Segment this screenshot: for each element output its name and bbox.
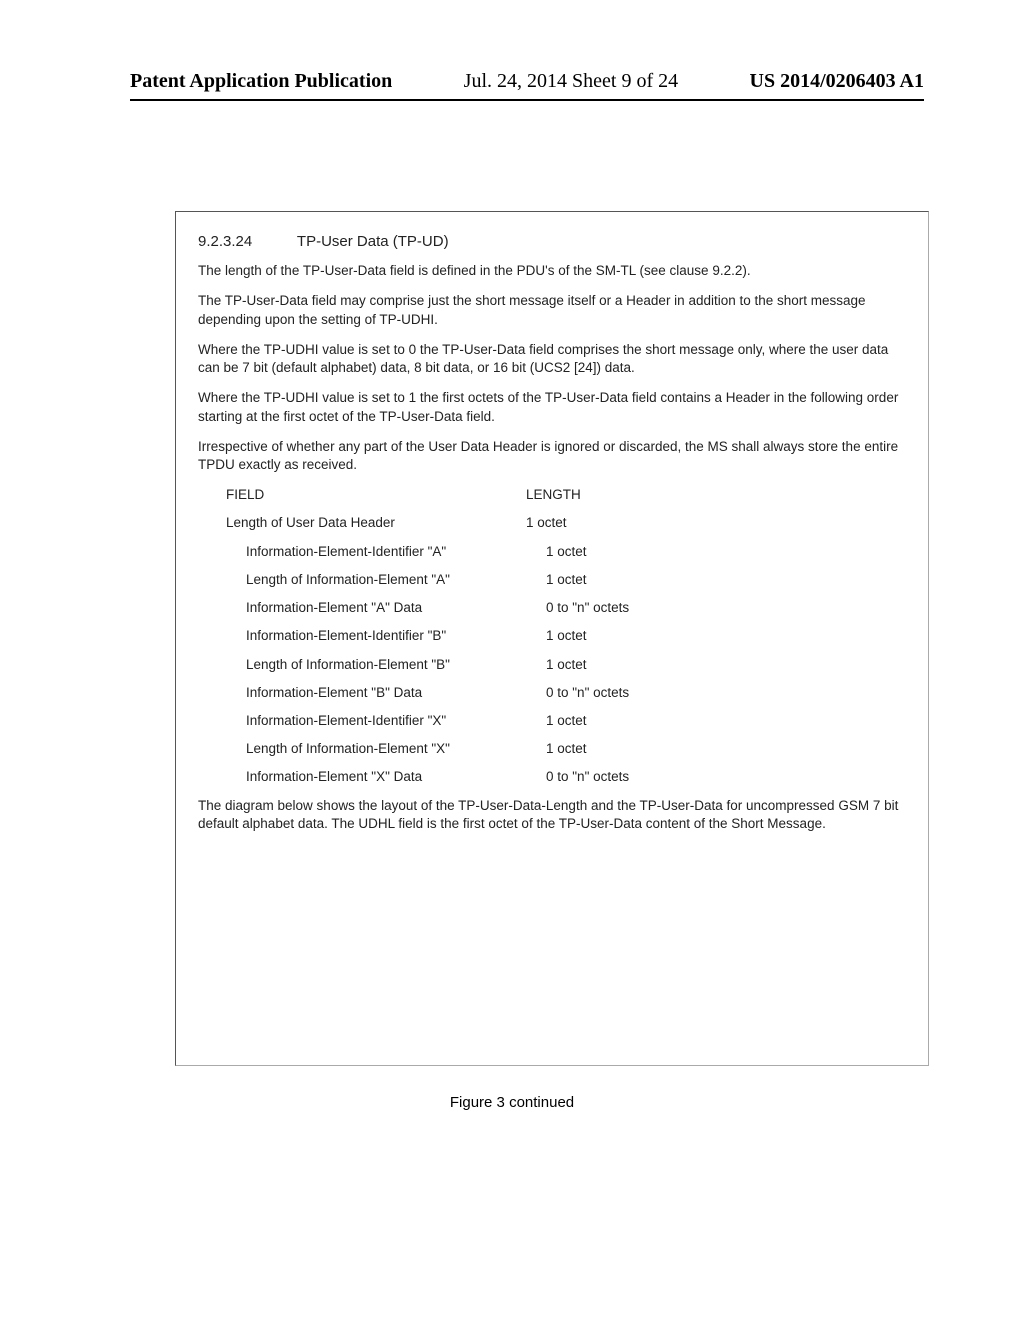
table-header-length: LENGTH — [526, 486, 906, 504]
table-row: Information-Element "X" Data0 to "n" oct… — [198, 768, 906, 786]
table-cell-length: 1 octet — [546, 571, 906, 589]
table-cell-length: 1 octet — [546, 740, 906, 758]
table-cell-field: Length of Information-Element "X" — [198, 740, 546, 758]
table-cell-field: Information-Element "A" Data — [198, 599, 546, 617]
table-cell-field: Length of Information-Element "B" — [198, 656, 546, 674]
figure-box: 9.2.3.24 TP-User Data (TP-UD) The length… — [175, 211, 929, 1066]
table-cell-length: 1 octet — [546, 543, 906, 561]
field-length-table: FIELD LENGTH Length of User Data Header1… — [198, 486, 906, 786]
header-right: US 2014/0206403 A1 — [750, 70, 924, 93]
section-number: 9.2.3.24 — [198, 232, 293, 252]
paragraph: Irrespective of whether any part of the … — [198, 438, 906, 474]
table-cell-field: Information-Element-Identifier "X" — [198, 712, 546, 730]
table-cell-field: Information-Element-Identifier "A" — [198, 543, 546, 561]
header-middle: Jul. 24, 2014 Sheet 9 of 24 — [464, 70, 678, 93]
table-header-field: FIELD — [198, 486, 526, 504]
table-row: Information-Element-Identifier "A"1 octe… — [198, 543, 906, 561]
table-cell-length: 0 to "n" octets — [546, 684, 906, 702]
table-cell-length: 1 octet — [546, 627, 906, 645]
table-body: Length of User Data Header1 octetInforma… — [198, 514, 906, 786]
table-cell-field: Information-Element-Identifier "B" — [198, 627, 546, 645]
table-cell-length: 1 octet — [526, 514, 906, 532]
table-cell-length: 1 octet — [546, 712, 906, 730]
table-cell-length: 1 octet — [546, 656, 906, 674]
table-cell-length: 0 to "n" octets — [546, 599, 906, 617]
table-row: Information-Element "A" Data0 to "n" oct… — [198, 599, 906, 617]
header-left: Patent Application Publication — [130, 70, 392, 93]
figure-caption: Figure 3 continued — [0, 1094, 1024, 1111]
table-row: Length of Information-Element "X"1 octet — [198, 740, 906, 758]
table-cell-field: Information-Element "B" Data — [198, 684, 546, 702]
page-header: Patent Application Publication Jul. 24, … — [0, 0, 1024, 93]
table-row: Information-Element-Identifier "X"1 octe… — [198, 712, 906, 730]
table-row: Length of Information-Element "A"1 octet — [198, 571, 906, 589]
section-heading: 9.2.3.24 TP-User Data (TP-UD) — [198, 232, 906, 252]
header-rule — [130, 99, 924, 101]
table-row: Length of User Data Header1 octet — [198, 514, 906, 532]
paragraph: The diagram below shows the layout of th… — [198, 797, 906, 833]
paragraph: The length of the TP-User-Data field is … — [198, 262, 906, 280]
section-title: TP-User Data (TP-UD) — [297, 233, 449, 250]
table-cell-field: Information-Element "X" Data — [198, 768, 546, 786]
table-row: Information-Element-Identifier "B"1 octe… — [198, 627, 906, 645]
paragraph: The TP-User-Data field may comprise just… — [198, 292, 906, 328]
table-row: Length of Information-Element "B"1 octet — [198, 656, 906, 674]
page: Patent Application Publication Jul. 24, … — [0, 0, 1024, 1320]
paragraph: Where the TP-UDHI value is set to 1 the … — [198, 389, 906, 425]
table-cell-length: 0 to "n" octets — [546, 768, 906, 786]
table-cell-field: Length of User Data Header — [198, 514, 526, 532]
table-row: Information-Element "B" Data0 to "n" oct… — [198, 684, 906, 702]
table-header-row: FIELD LENGTH — [198, 486, 906, 504]
paragraph: Where the TP-UDHI value is set to 0 the … — [198, 341, 906, 377]
table-cell-field: Length of Information-Element "A" — [198, 571, 546, 589]
